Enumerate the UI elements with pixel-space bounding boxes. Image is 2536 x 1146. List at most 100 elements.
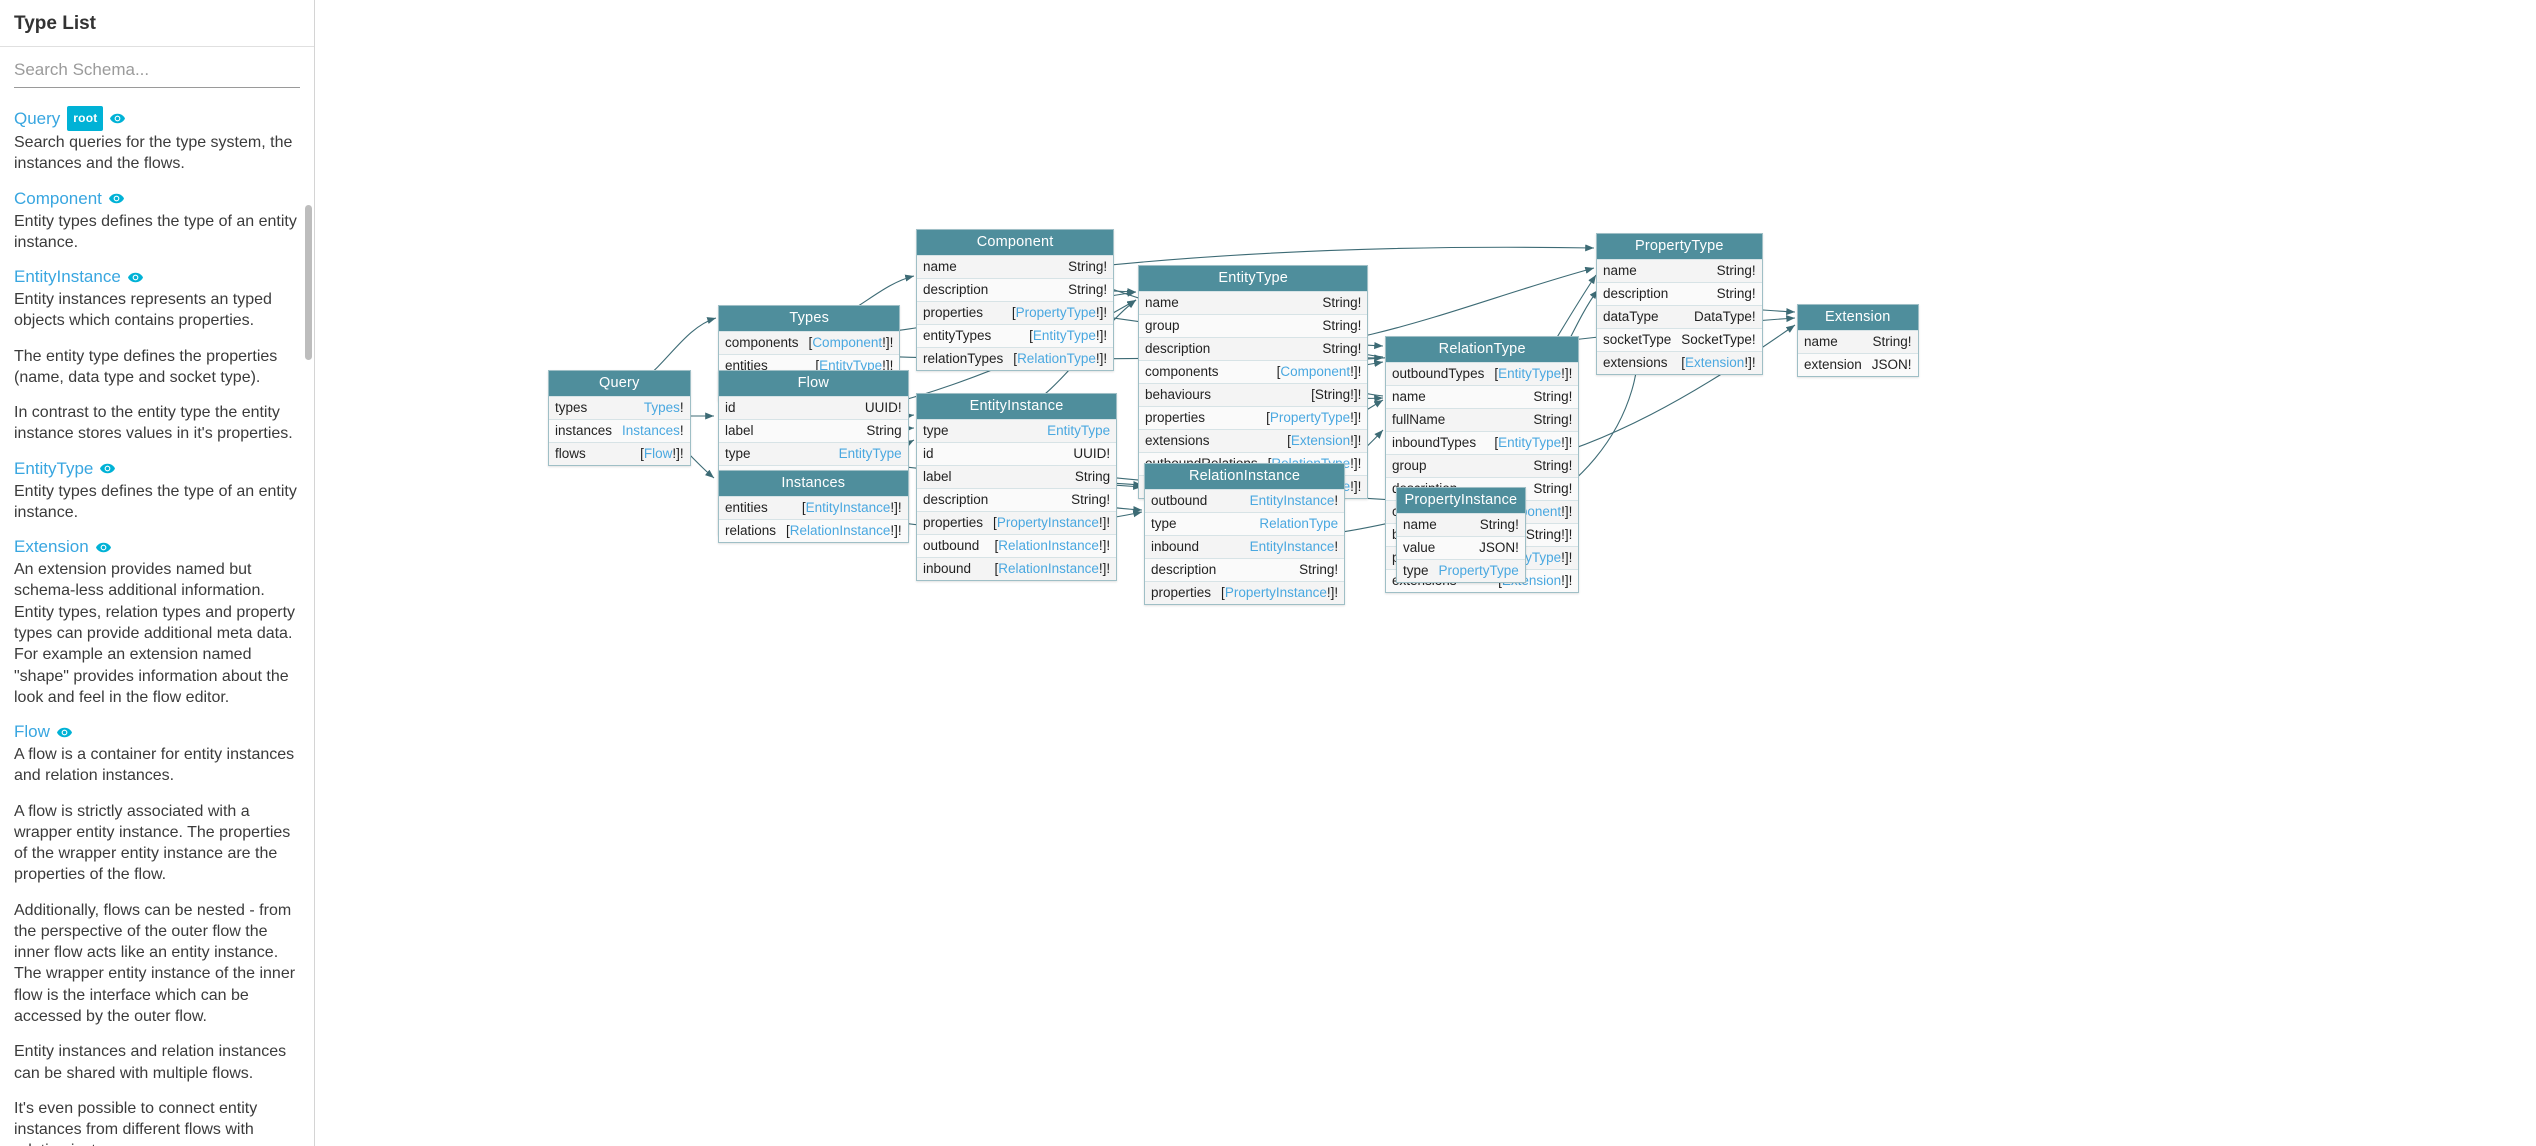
graph-node-query[interactable]: Query types Types! instances Instances! flows… (548, 370, 691, 466)
type-link-flow[interactable]: Flow (14, 721, 50, 743)
node-field-row[interactable]: fullName String! (1386, 408, 1579, 431)
node-field-row[interactable]: properties [PropertyType!]! (917, 301, 1114, 324)
node-field-row[interactable]: type EntityType (917, 419, 1117, 442)
eye-icon[interactable] (127, 272, 143, 283)
field-type[interactable]: [RelationInstance!]! (995, 538, 1111, 553)
sidebar-scrollbar[interactable] (305, 205, 312, 360)
schema-graph-canvas[interactable]: Query types Types! instances Instances! flows… (316, 0, 2536, 1146)
field-type[interactable]: [String!]! (1311, 387, 1361, 402)
field-type[interactable]: UUID! (1073, 446, 1110, 461)
node-field-row[interactable]: extensions [Extension!]! (1139, 429, 1368, 452)
node-field-row[interactable]: types Types! (549, 396, 690, 419)
field-type[interactable]: [String!]! (1522, 527, 1572, 542)
field-type[interactable]: [Extension!]! (1681, 355, 1755, 370)
field-type[interactable]: [PropertyType!]! (1266, 410, 1361, 425)
node-field-row[interactable]: relations [RelationInstance!]! (719, 519, 908, 542)
field-type[interactable]: [EntityType!]! (1029, 328, 1107, 343)
field-type[interactable]: String! (1322, 341, 1361, 356)
graph-node-propertyinstance[interactable]: PropertyInstance name String! value JSON! typ… (1396, 487, 1526, 583)
field-type[interactable]: String! (1717, 286, 1756, 301)
field-type[interactable]: String (1075, 469, 1110, 484)
node-field-row[interactable]: label String (917, 465, 1117, 488)
node-field-row[interactable]: description String! (917, 278, 1114, 301)
node-field-row[interactable]: group String! (1386, 454, 1579, 477)
field-type[interactable]: [Extension!]! (1287, 433, 1361, 448)
field-type[interactable]: [RelationInstance!]! (786, 523, 902, 538)
field-type[interactable]: [EntityType!]! (1494, 366, 1572, 381)
node-field-row[interactable]: description String! (1597, 282, 1762, 305)
eye-icon[interactable] (108, 193, 124, 204)
type-link-query[interactable]: Query (14, 108, 60, 130)
node-field-row[interactable]: id UUID! (719, 396, 908, 419)
field-type[interactable]: String! (1533, 412, 1572, 427)
node-field-row[interactable]: description String! (1145, 558, 1345, 581)
node-field-row[interactable]: properties [PropertyInstance!]! (1145, 581, 1345, 604)
node-field-row[interactable]: value JSON! (1397, 536, 1525, 559)
search-input[interactable] (14, 56, 300, 88)
node-title[interactable]: Component (917, 230, 1114, 255)
node-field-row[interactable]: extension JSON! (1798, 353, 1918, 376)
node-field-row[interactable]: name String! (1798, 330, 1918, 353)
field-type[interactable]: EntityType (1047, 423, 1110, 438)
field-type[interactable]: JSON! (1479, 540, 1519, 555)
field-type[interactable]: EntityType (839, 446, 902, 461)
field-type[interactable]: RelationType (1259, 516, 1338, 531)
field-type[interactable]: EntityInstance! (1250, 539, 1339, 554)
node-field-row[interactable]: outbound [RelationInstance!]! (917, 534, 1117, 557)
node-title[interactable]: RelationInstance (1145, 464, 1345, 489)
field-type[interactable]: PropertyType (1439, 563, 1519, 578)
node-title[interactable]: EntityInstance (917, 394, 1117, 419)
field-type[interactable]: String! (1533, 389, 1572, 404)
field-type[interactable]: String! (1068, 282, 1107, 297)
node-title[interactable]: RelationType (1386, 337, 1579, 362)
field-type[interactable]: UUID! (865, 400, 902, 415)
field-type[interactable]: [PropertyInstance!]! (1221, 585, 1338, 600)
field-type[interactable]: String! (1533, 481, 1572, 496)
field-type[interactable]: Types! (644, 400, 684, 415)
node-field-row[interactable]: relationTypes [RelationType!]! (917, 347, 1114, 370)
node-field-row[interactable]: id UUID! (917, 442, 1117, 465)
type-link-extension[interactable]: Extension (14, 536, 89, 558)
eye-icon[interactable] (95, 542, 111, 553)
field-type[interactable]: String! (1322, 318, 1361, 333)
node-title[interactable]: PropertyType (1597, 234, 1762, 259)
field-type[interactable]: String (866, 423, 901, 438)
graph-node-instances[interactable]: Instances entities [EntityInstance!]! relat… (718, 470, 909, 543)
node-title[interactable]: Types (719, 306, 900, 331)
node-field-row[interactable]: socketType SocketType! (1597, 328, 1762, 351)
field-type[interactable]: String! (1717, 263, 1756, 278)
node-field-row[interactable]: components [Component!]! (719, 331, 900, 354)
node-title[interactable]: Query (549, 371, 690, 396)
node-field-row[interactable]: name String! (1397, 513, 1525, 536)
node-field-row[interactable]: inbound EntityInstance! (1145, 535, 1345, 558)
graph-node-relationinstance[interactable]: RelationInstance outbound EntityInstance! t… (1144, 463, 1346, 605)
node-field-row[interactable]: description String! (917, 488, 1117, 511)
field-type[interactable]: [Component!]! (1277, 364, 1362, 379)
field-type[interactable]: String! (1299, 562, 1338, 577)
field-type[interactable]: String! (1068, 259, 1107, 274)
eye-icon[interactable] (100, 463, 116, 474)
node-field-row[interactable]: inboundTypes [EntityType!]! (1386, 431, 1579, 454)
node-field-row[interactable]: properties [PropertyType!]! (1139, 406, 1368, 429)
field-type[interactable]: String! (1873, 334, 1912, 349)
field-type[interactable]: String! (1322, 295, 1361, 310)
node-field-row[interactable]: components [Component!]! (1139, 360, 1368, 383)
node-field-row[interactable]: dataType DataType! (1597, 305, 1762, 328)
field-type[interactable]: [PropertyType!]! (1012, 305, 1107, 320)
field-type[interactable]: String! (1533, 458, 1572, 473)
field-type[interactable]: Instances! (622, 423, 684, 438)
field-type[interactable]: EntityInstance! (1250, 493, 1339, 508)
node-field-row[interactable]: name String! (1386, 385, 1579, 408)
node-field-row[interactable]: outbound EntityInstance! (1145, 489, 1345, 512)
field-type[interactable]: [Flow!]! (640, 446, 684, 461)
field-type[interactable]: [RelationType!]! (1013, 351, 1107, 366)
field-type[interactable]: JSON! (1872, 357, 1912, 372)
node-field-row[interactable]: name String! (917, 255, 1114, 278)
node-field-row[interactable]: outboundTypes [EntityType!]! (1386, 362, 1579, 385)
node-field-row[interactable]: properties [PropertyInstance!]! (917, 511, 1117, 534)
node-field-row[interactable]: type PropertyType (1397, 559, 1525, 582)
graph-node-entityinstance[interactable]: EntityInstance type EntityType id UUID! label… (916, 393, 1118, 581)
node-field-row[interactable]: type EntityType (719, 442, 908, 465)
node-field-row[interactable]: instances Instances! (549, 419, 690, 442)
node-field-row[interactable]: group String! (1139, 314, 1368, 337)
